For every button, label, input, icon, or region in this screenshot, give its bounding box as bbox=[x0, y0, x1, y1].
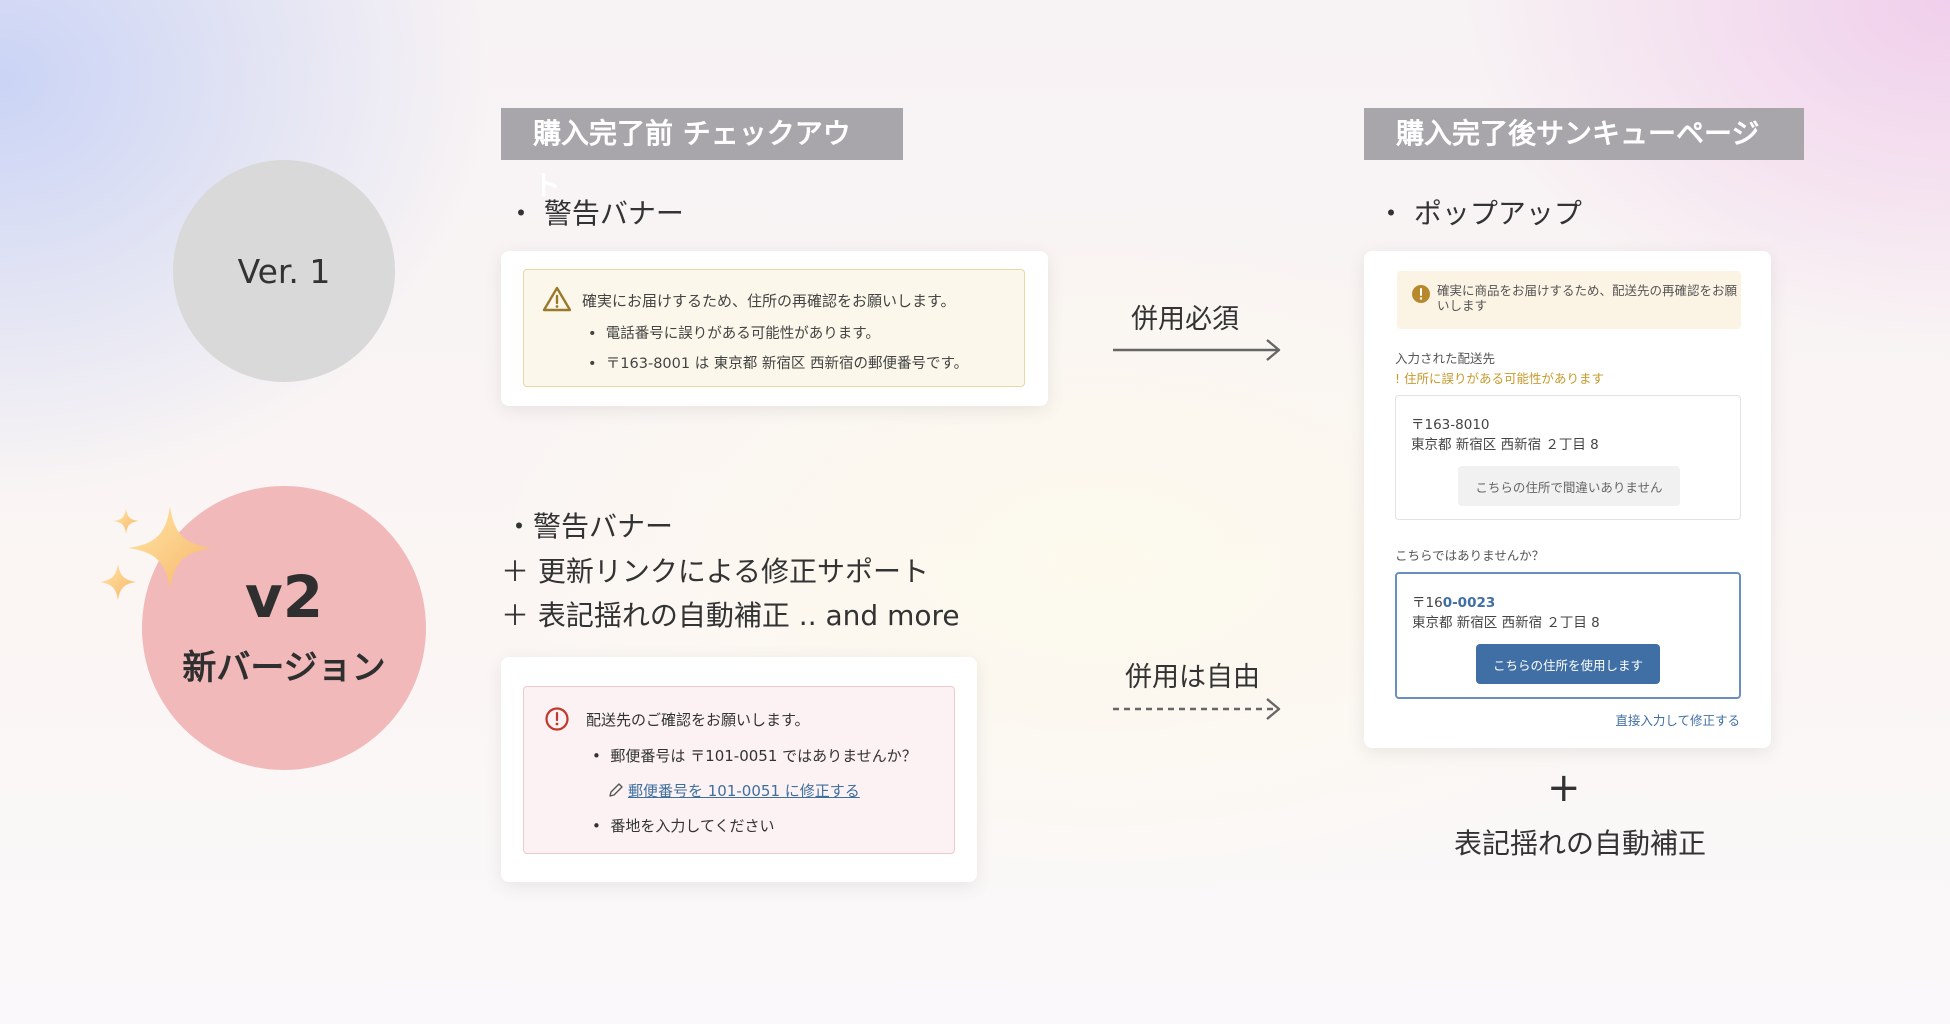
v2-feature-2: ＋ 更新リンクによる修正サポート bbox=[501, 555, 930, 588]
warning-item: • 電話番号に誤りがある可能性があります。 bbox=[588, 326, 880, 342]
edit-directly-link[interactable]: 直接入力して修正する bbox=[1615, 710, 1740, 729]
keep-address-button[interactable]: こちらの住所で間違いありません bbox=[1458, 466, 1680, 506]
v2-feature-3: ＋ 表記揺れの自動補正 .. and more bbox=[501, 599, 960, 632]
v2-feature-1: ・警告バナー bbox=[505, 510, 674, 543]
fix-link-row[interactable]: 郵便番号を 101-0051 に修正する bbox=[608, 780, 860, 801]
keep-address-label: こちらの住所で間違いありません bbox=[1475, 479, 1663, 495]
fix-zip-link[interactable]: 郵便番号を 101-0051 に修正する bbox=[628, 782, 860, 800]
alert-message: 配送先のご確認をお願いします。 bbox=[586, 711, 810, 729]
entered-zip: 〒163-8010 bbox=[1411, 417, 1490, 433]
popup-banner-text: 確実に商品をお届けするため、配送先の再確認をお願いします bbox=[1437, 283, 1738, 313]
warning-item: • 〒163-8001 は 東京都 新宿区 西新宿の郵便番号です。 bbox=[588, 356, 969, 372]
pencil-icon bbox=[609, 783, 623, 797]
thankyou-header: 購入完了後サンキューページ bbox=[1364, 108, 1804, 160]
info-warning-icon bbox=[1412, 285, 1430, 303]
suggestion-label: こちらではありませんか？ bbox=[1395, 548, 1545, 563]
ver1-feature: ・ 警告バナー bbox=[507, 197, 684, 230]
entered-address: 東京都 新宿区 西新宿 ２丁目 8 bbox=[1411, 437, 1599, 453]
auto-correct-label: 表記揺れの自動補正 bbox=[1454, 827, 1707, 860]
alert-banner: 配送先のご確認をお願いします。 • 郵便番号は 〒101-0051 ではありませ… bbox=[523, 686, 955, 854]
alert-circle-icon bbox=[545, 707, 569, 731]
dashed-arrow bbox=[1113, 698, 1281, 720]
warning-icon bbox=[542, 286, 572, 312]
checkout-header: 購入完了前 チェックアウト bbox=[501, 108, 903, 202]
alert-item: • 郵便番号は 〒101-0051 ではありませんか？ bbox=[592, 747, 917, 765]
warning-banner: 確実にお届けするため、住所の再確認をお願いします。 • 電話番号に誤りがある可能… bbox=[523, 269, 1025, 387]
version2-title: v2 bbox=[244, 562, 324, 631]
entered-address-box: 〒163-8010 東京都 新宿区 西新宿 ２丁目 8 こちらの住所で間違いあり… bbox=[1395, 395, 1741, 520]
address-popup: 確実に商品をお届けするため、配送先の再確認をお願いします 入力された配送先 ! … bbox=[1364, 251, 1771, 748]
use-address-label: こちらの住所を使用します bbox=[1492, 657, 1643, 673]
plus-sign: + bbox=[1547, 765, 1581, 811]
arrow-label-optional: 併用は自由 bbox=[1125, 662, 1260, 693]
suggested-zip: 〒160-0023 bbox=[1412, 595, 1496, 611]
solid-arrow bbox=[1113, 339, 1281, 361]
v2-alert-card: 配送先のご確認をお願いします。 • 郵便番号は 〒101-0051 ではありませ… bbox=[501, 657, 977, 882]
version1-label: Ver. 1 bbox=[237, 251, 331, 291]
alert-item: • 番地を入力してください bbox=[592, 817, 775, 835]
sparkles-icon bbox=[100, 506, 212, 600]
popup-banner: 確実に商品をお届けするため、配送先の再確認をお願いします bbox=[1397, 271, 1741, 329]
arrow-label-required: 併用必須 bbox=[1131, 304, 1239, 335]
suggested-address-box[interactable]: 〒160-0023 東京都 新宿区 西新宿 ２丁目 8 こちらの住所を使用します bbox=[1395, 572, 1741, 699]
warning-message: 確実にお届けするため、住所の再確認をお願いします。 bbox=[582, 292, 956, 310]
use-address-button[interactable]: こちらの住所を使用します bbox=[1476, 644, 1660, 684]
entered-address-label: 入力された配送先 bbox=[1395, 351, 1496, 366]
suggested-address: 東京都 新宿区 西新宿 ２丁目 8 bbox=[1412, 615, 1600, 631]
version2-subtitle: 新バージョン bbox=[182, 647, 386, 688]
ver1-warning-card: 確実にお届けするため、住所の再確認をお願いします。 • 電話番号に誤りがある可能… bbox=[501, 251, 1048, 406]
version1-badge: Ver. 1 bbox=[173, 160, 395, 382]
address-warning-text: ! 住所に誤りがある可能性があります bbox=[1395, 371, 1604, 386]
popup-feature: ・ ポップアップ bbox=[1377, 197, 1582, 230]
